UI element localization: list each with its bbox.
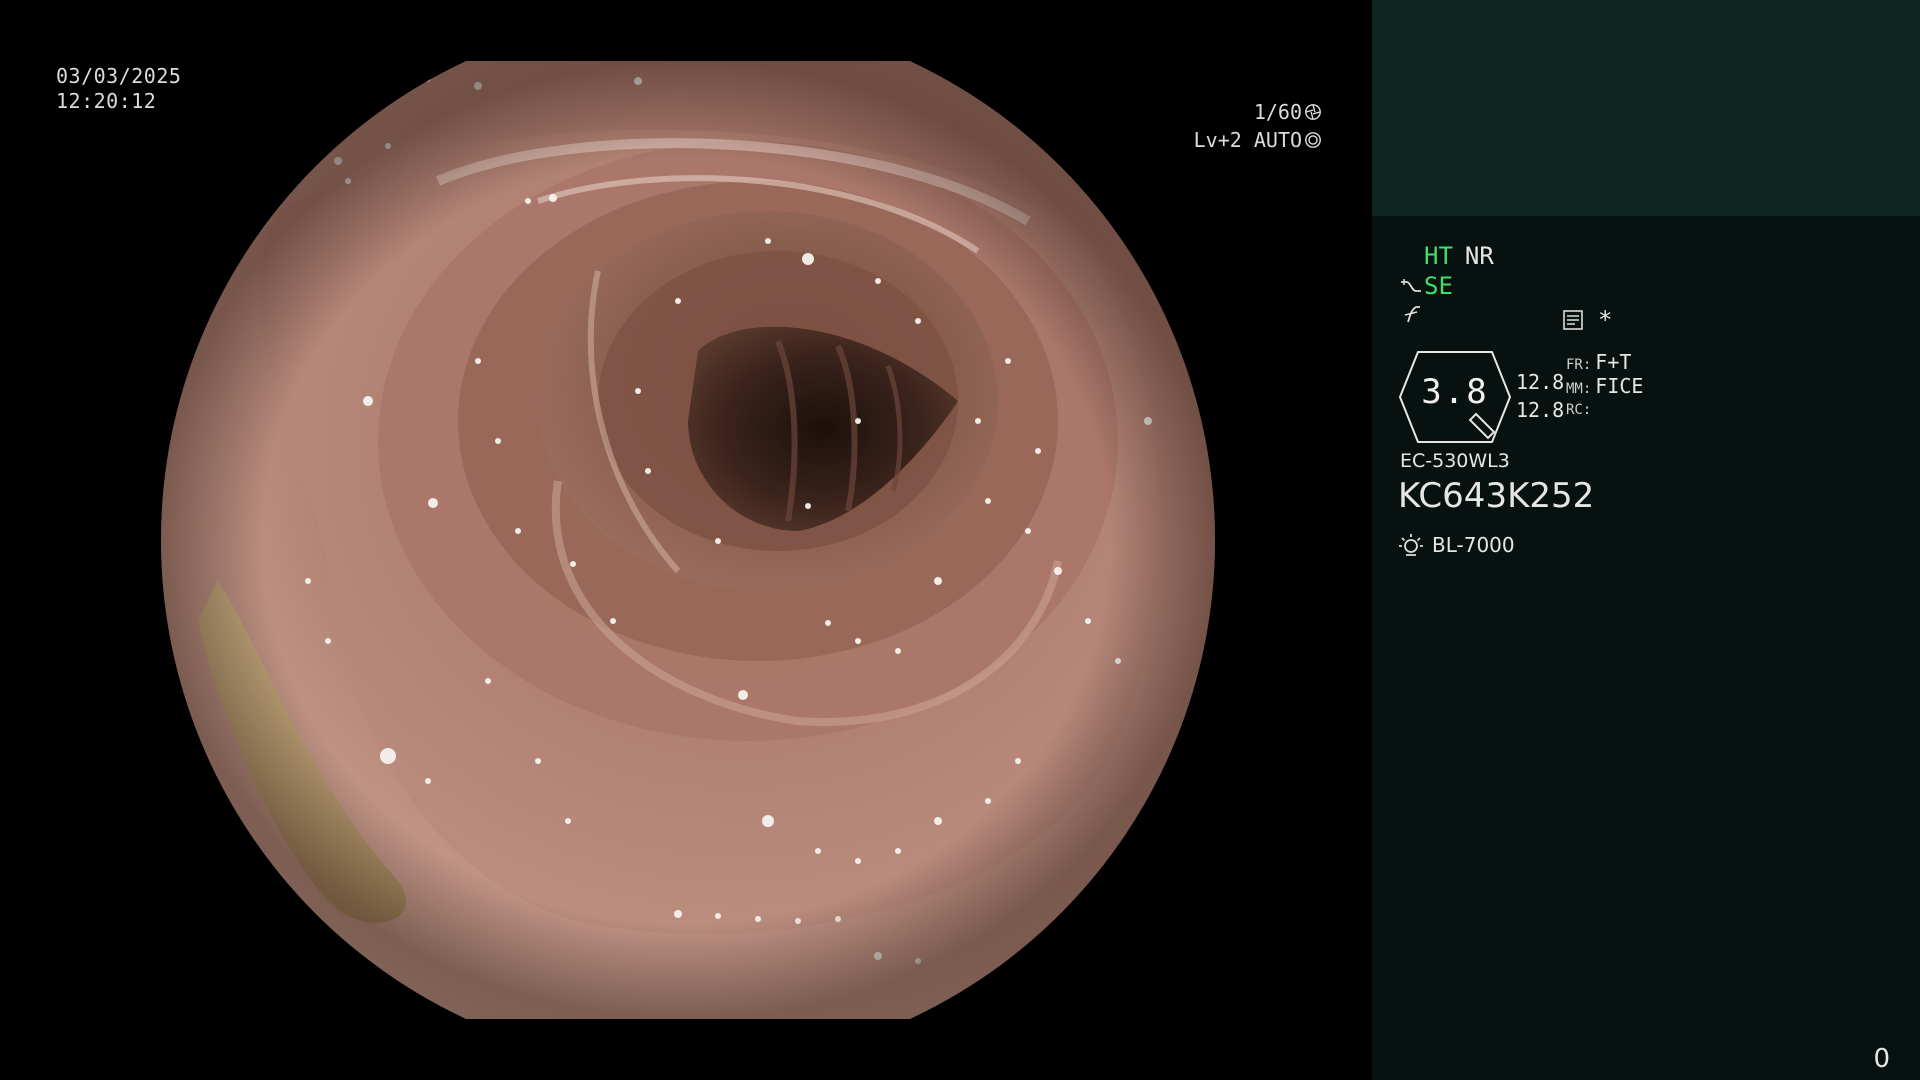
mm-row: MM: FICE <box>1566 374 1643 398</box>
scope-serial: KC643K252 <box>1398 476 1595 516</box>
video-area: 03/03/2025 12:20:12 1/60 Lv+2 AUTO <box>0 0 1372 1080</box>
asterisk-mark: * <box>1598 306 1613 334</box>
light-source-row: BL-7000 <box>1398 532 1515 558</box>
memo-icon <box>1563 310 1583 330</box>
mode-row-ht-nr: HT NR <box>1424 242 1494 270</box>
mm-value: FICE <box>1595 374 1644 398</box>
info-panel: HT NR SE * 3.8 12.8 12.8 FR: F+T MM: FIC… <box>1372 0 1920 1080</box>
rc-key: RC: <box>1566 402 1592 418</box>
f-symbol-icon <box>1404 306 1420 323</box>
contrast-curve-icon <box>1401 279 1421 292</box>
endoscopy-screen: 03/03/2025 12:20:12 1/60 Lv+2 AUTO HT NR… <box>0 0 1920 1080</box>
param-value-2: 12.8 <box>1516 398 1565 422</box>
mode-row-icons: * <box>1562 306 1612 334</box>
frame-counter: 0 <box>1873 1044 1890 1074</box>
iris-icon <box>1305 132 1321 148</box>
fr-row: FR: F+T <box>1566 350 1643 374</box>
lamp-icon <box>1399 534 1423 556</box>
scope-model: EC-530WL3 <box>1400 450 1510 472</box>
mode-row-se: SE <box>1400 272 1453 300</box>
aperture-icon <box>1305 104 1321 120</box>
rc-row: RC: <box>1566 398 1643 422</box>
ht-label: HT <box>1424 242 1453 270</box>
mode-labels: FR: F+T MM: FICE RC: <box>1566 350 1643 422</box>
se-label: SE <box>1424 272 1453 300</box>
nr-label: NR <box>1464 242 1494 270</box>
endoscope-image-render <box>161 61 1215 1019</box>
endoscope-image <box>158 61 1215 1019</box>
mode-row-f <box>1402 304 1422 330</box>
light-source-name: BL-7000 <box>1432 533 1515 557</box>
shutter-speed: 1/60 <box>1253 100 1302 124</box>
fr-key: FR: <box>1566 357 1592 373</box>
fr-value: F+T <box>1595 350 1632 374</box>
info-panel-header-block <box>1372 0 1920 216</box>
param-value-1: 12.8 <box>1516 370 1565 394</box>
parameter-values: 12.8 12.8 <box>1516 368 1564 424</box>
zoom-ratio-value: 3.8 <box>1421 372 1489 412</box>
